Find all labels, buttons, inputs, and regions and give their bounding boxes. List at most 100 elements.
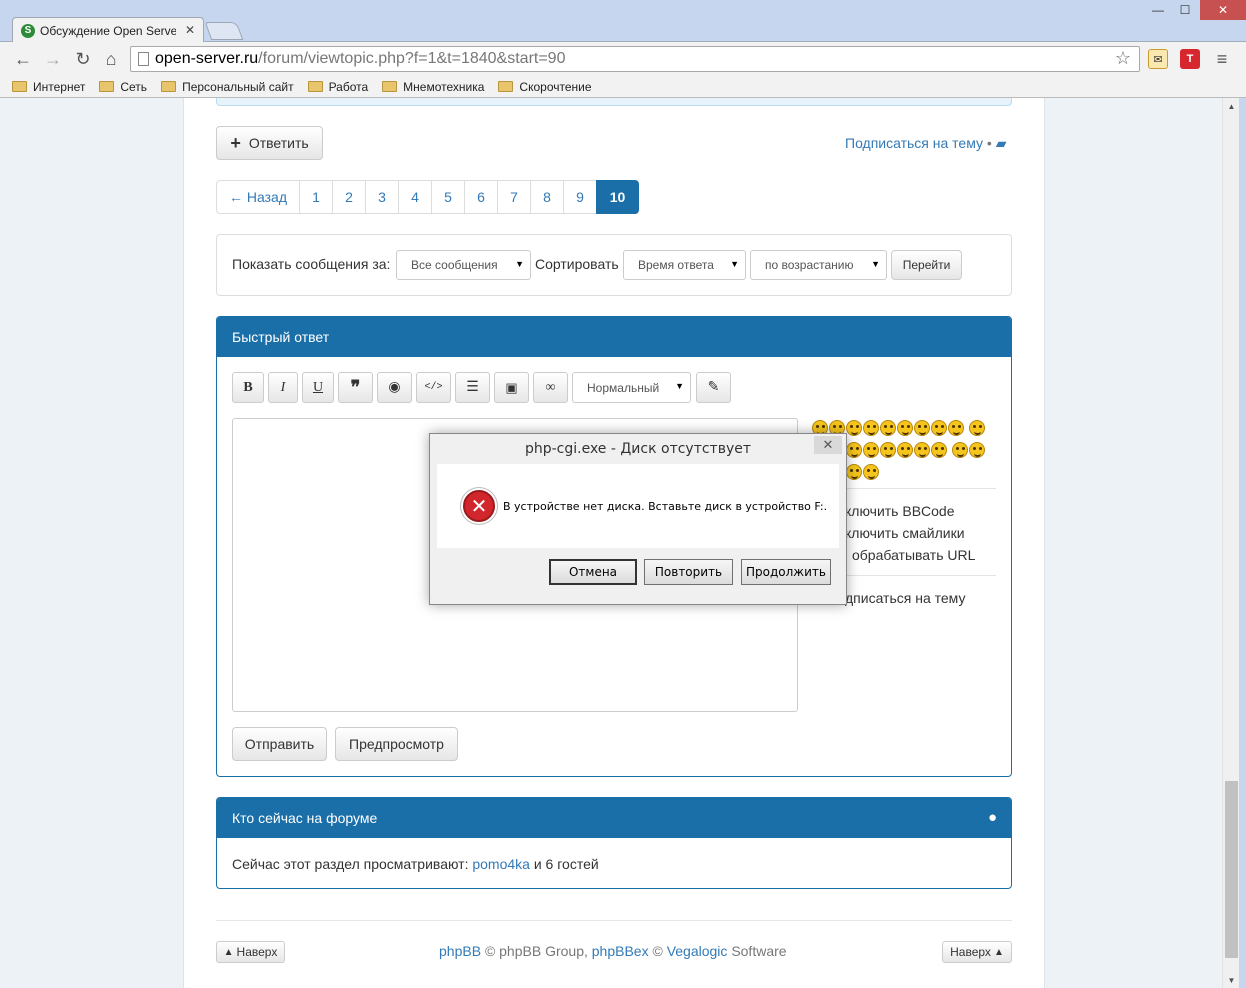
minimize-button[interactable]: —	[1144, 0, 1172, 20]
bookmark-folder[interactable]: Сеть	[99, 80, 147, 94]
smiley-icon[interactable]	[968, 442, 985, 458]
italic-button[interactable]: I	[268, 372, 298, 403]
smiley-icon[interactable]	[914, 442, 930, 458]
smiley-icon[interactable]	[863, 420, 879, 436]
pagination-page[interactable]: 9	[563, 180, 597, 214]
smiley-icon[interactable]	[846, 420, 862, 436]
pagination-page[interactable]: 6	[464, 180, 498, 214]
continue-button[interactable]: Продолжить	[741, 559, 831, 585]
td3-icon[interactable]: T	[1180, 49, 1200, 69]
bookmarks-bar: Интернет Сеть Персональный сайт Работа М…	[0, 76, 1246, 98]
phpbb-link[interactable]: phpBB	[439, 943, 481, 959]
option-bbcode[interactable]: ключить BBCode	[845, 503, 955, 519]
online-user-link[interactable]: pomo4ka	[472, 856, 530, 872]
link-icon[interactable]: ∞	[533, 372, 568, 403]
folder-icon	[498, 81, 514, 92]
smiley-icon[interactable]	[931, 420, 947, 436]
info-box-edge	[216, 98, 1012, 106]
dialog-close-icon[interactable]: ✕	[814, 436, 842, 454]
pagination-page[interactable]: 3	[365, 180, 399, 214]
window-close-button[interactable]: ✕	[1200, 0, 1246, 20]
bookmark-label: Мнемотехника	[403, 79, 485, 94]
new-tab-button[interactable]	[204, 22, 244, 40]
font-size-select[interactable]: Нормальный ▼	[572, 372, 691, 403]
scroll-thumb[interactable]	[1225, 781, 1238, 958]
back-icon[interactable]: ←	[12, 48, 34, 70]
plus-icon: +	[230, 132, 241, 153]
smiley-icon[interactable]	[897, 442, 913, 458]
show-select[interactable]: Все сообщения ▼	[396, 250, 531, 280]
smiley-icon[interactable]	[846, 442, 862, 458]
bookmark-label: Работа	[328, 79, 369, 94]
browser-toolbar: ← → ↻ ⌂ open-server.ru/forum/viewtopic.p…	[0, 42, 1246, 76]
smiley-icon[interactable]	[846, 464, 862, 480]
pagination-page[interactable]: 1	[299, 180, 333, 214]
scroll-down-icon[interactable]: ▼	[1223, 972, 1240, 988]
folder-icon	[382, 81, 398, 92]
subscribe-link[interactable]: Подписаться на тему	[845, 135, 983, 151]
smiley-icon[interactable]	[863, 464, 879, 480]
bookmark-folder[interactable]: Работа	[307, 79, 369, 94]
code-icon[interactable]: </>	[416, 372, 451, 403]
sort-select[interactable]: Время ответа ▼	[623, 250, 746, 280]
bookmark-folder[interactable]: Скорочтение	[498, 80, 592, 94]
preview-button[interactable]: Предпросмотр	[335, 727, 458, 761]
smiley-icon[interactable]	[863, 442, 879, 458]
scroll-up-icon[interactable]: ▲	[1223, 98, 1240, 114]
reload-icon[interactable]: ↻	[72, 48, 94, 70]
smiley-icon[interactable]	[951, 442, 968, 458]
smiley-icon[interactable]	[968, 420, 985, 436]
pagination: ← Назад 1 2 3 4 5 6 7 8 9 10	[216, 180, 639, 214]
pagination-page[interactable]: 4	[398, 180, 432, 214]
option-smilies[interactable]: ключить смайлики	[845, 525, 965, 541]
quote-icon[interactable]: ❞	[338, 372, 373, 403]
underline-button[interactable]: U	[302, 372, 334, 403]
submit-button[interactable]: Отправить	[232, 727, 327, 761]
smiley-icon[interactable]	[880, 442, 896, 458]
dialog-body: ✕ В устройстве нет диска. Вставьте диск …	[437, 464, 839, 548]
menu-icon[interactable]: ≡	[1212, 49, 1232, 69]
address-bar[interactable]: open-server.ru/forum/viewtopic.php?f=1&t…	[130, 46, 1140, 72]
tab-close-icon[interactable]: ✕	[185, 23, 195, 37]
cancel-button[interactable]: Отмена	[549, 559, 637, 585]
eye-icon[interactable]: ◉	[377, 372, 412, 403]
footer-software: Software	[731, 943, 787, 959]
vertical-scrollbar[interactable]: ▲ ▼	[1222, 98, 1239, 988]
order-select[interactable]: по возрастанию ▼	[750, 250, 887, 280]
smiley-icon[interactable]	[914, 420, 930, 436]
pagination-page[interactable]: 7	[497, 180, 531, 214]
retry-button[interactable]: Повторить	[644, 559, 733, 585]
reply-button[interactable]: + Ответить	[216, 126, 323, 160]
pagination-page[interactable]: 2	[332, 180, 366, 214]
pagination-page[interactable]: 5	[431, 180, 465, 214]
adblock-icon[interactable]: ✉	[1148, 49, 1168, 69]
bookmark-folder[interactable]: Мнемотехника	[382, 80, 484, 94]
pagination-current[interactable]: 10	[596, 180, 639, 214]
bookmark-folder[interactable]: Интернет	[12, 80, 85, 94]
list-icon[interactable]: ☰	[455, 372, 490, 403]
bookmark-star-icon[interactable]: ☆	[1115, 48, 1131, 69]
home-icon[interactable]: ⌂	[100, 48, 122, 70]
phpbbex-link[interactable]: phpBBex	[592, 943, 649, 959]
print-icon[interactable]: ▰	[996, 135, 1007, 151]
maximize-button[interactable]: ☐	[1172, 0, 1198, 20]
pagination-prev[interactable]: ← Назад	[216, 180, 300, 214]
forward-icon[interactable]: →	[42, 48, 64, 70]
option-urls[interactable]: обрабатывать URL	[852, 547, 975, 563]
back-to-top-left[interactable]: ▲ Наверх	[216, 941, 285, 963]
smiley-icon[interactable]	[880, 420, 896, 436]
vegalogic-link[interactable]: Vegalogic	[667, 943, 728, 959]
browser-tab[interactable]: S Обсуждение Open Server ✕	[12, 17, 204, 43]
go-button[interactable]: Перейти	[891, 250, 962, 280]
image-icon[interactable]: ▣	[494, 372, 529, 403]
bookmark-folder[interactable]: Персональный сайт	[161, 80, 294, 94]
color-picker-icon[interactable]: ✎	[696, 372, 731, 403]
footer-credits: phpBB © phpBB Group, phpBBex © Vegalogic…	[439, 943, 787, 959]
bold-button[interactable]: B	[232, 372, 264, 403]
smiley-icon[interactable]	[897, 420, 913, 436]
back-to-top-right[interactable]: Наверх ▲	[942, 941, 1012, 963]
option-subscribe[interactable]: дписаться на тему	[845, 590, 965, 606]
pagination-page[interactable]: 8	[530, 180, 564, 214]
smiley-icon[interactable]	[948, 420, 964, 436]
smiley-icon[interactable]	[931, 442, 947, 458]
